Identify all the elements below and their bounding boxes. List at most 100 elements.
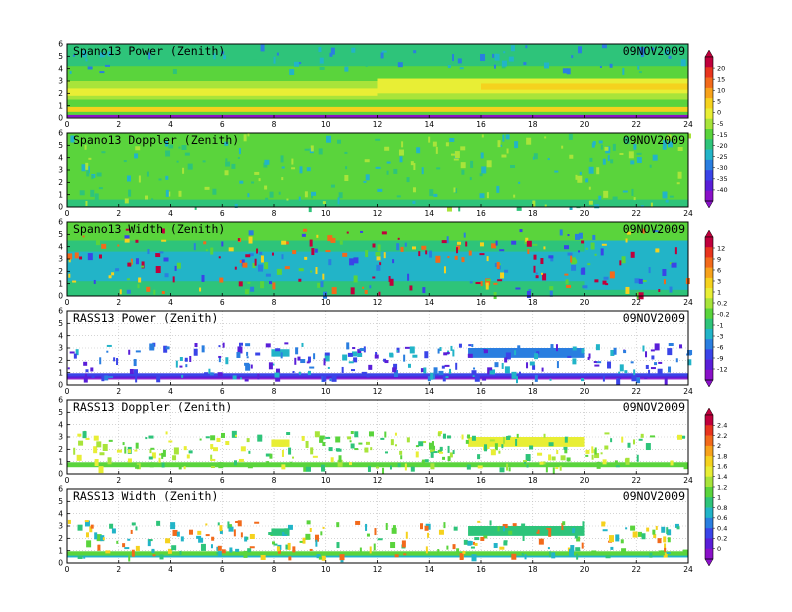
data-cell [323, 358, 326, 366]
colorbar-tick-label: -40 [717, 186, 728, 194]
data-cell [504, 366, 510, 374]
data-cell [666, 551, 671, 554]
data-cell [636, 377, 641, 384]
data-cell [348, 361, 354, 364]
data-cell [502, 526, 505, 532]
colorbar-tick-label: 0.2 [717, 535, 727, 543]
data-cell [258, 178, 261, 182]
x-tick-label: 0 [65, 387, 70, 396]
data-cell [194, 343, 198, 348]
data-cell [670, 460, 674, 466]
data-cell [560, 455, 566, 461]
data-cell [306, 167, 311, 172]
data-cell [254, 171, 260, 175]
data-cell [493, 64, 496, 69]
x-tick-label: 4 [168, 120, 173, 129]
data-cell [321, 464, 326, 472]
data-cell [77, 433, 82, 437]
data-cell [394, 554, 399, 558]
data-cell [612, 196, 618, 203]
data-cell [460, 146, 466, 151]
y-tick-label: 0 [58, 470, 63, 479]
data-cell [446, 236, 449, 244]
data-cell [81, 164, 86, 172]
data-cell [415, 451, 419, 458]
data-cell [496, 185, 500, 193]
data-cell [453, 187, 456, 193]
data-cell [302, 537, 306, 544]
data-cell [620, 539, 624, 544]
x-tick-label: 6 [220, 387, 225, 396]
data-cell [231, 163, 236, 169]
data-cell [246, 356, 249, 359]
data-cell [246, 536, 249, 540]
x-tick-label: 12 [373, 298, 383, 307]
colorbar-swatch [705, 190, 713, 202]
data-cell [428, 136, 431, 143]
data-cell [336, 522, 340, 528]
data-cell [179, 356, 183, 361]
data-cell [182, 167, 185, 174]
colorbar-swatch [705, 528, 713, 539]
data-cell [104, 375, 109, 381]
data-cell [221, 549, 226, 554]
data-band [271, 349, 290, 357]
data-cell [674, 247, 677, 255]
data-cell [435, 255, 441, 263]
data-cell [350, 431, 354, 435]
data-cell [349, 440, 352, 443]
data-cell [396, 243, 400, 251]
data-cell [244, 289, 249, 295]
data-cell [281, 177, 284, 181]
data-cell [317, 282, 321, 288]
data-cell [511, 240, 517, 245]
data-cell [90, 524, 94, 529]
data-cell [201, 345, 205, 353]
data-cell [272, 282, 276, 290]
data-cell [218, 345, 221, 348]
x-tick-label: 2 [116, 476, 121, 485]
data-cell [400, 246, 404, 252]
data-cell [585, 454, 589, 457]
data-cell [447, 256, 450, 259]
data-cell [621, 436, 624, 443]
colorbar-tick-label: -5 [717, 120, 723, 128]
data-cell [532, 243, 538, 246]
data-cell [219, 525, 223, 532]
data-cell [442, 375, 446, 382]
data-cell [86, 540, 92, 548]
x-tick-label: 6 [220, 298, 225, 307]
data-cell [123, 160, 127, 163]
data-cell [370, 447, 373, 451]
data-cell [625, 527, 628, 530]
data-cell [581, 348, 585, 354]
data-cell [547, 158, 550, 161]
data-cell [384, 360, 389, 364]
data-cell [319, 435, 325, 440]
data-cell [159, 554, 164, 560]
data-cell [528, 288, 532, 291]
data-cell [364, 447, 369, 453]
data-cell [580, 378, 584, 382]
data-cell [266, 461, 270, 467]
data-cell [83, 361, 88, 366]
data-cell [301, 435, 305, 441]
data-cell [165, 150, 171, 157]
data-cell [393, 168, 398, 174]
data-cell [306, 361, 310, 364]
panel-date: 09NOV2009 [623, 311, 685, 325]
data-cell [608, 535, 614, 543]
x-tick-label: 20 [580, 476, 590, 485]
data-cell [165, 175, 169, 180]
data-cell [368, 364, 373, 370]
x-tick-label: 16 [476, 120, 486, 129]
data-cell [463, 232, 466, 238]
data-cell [479, 253, 485, 256]
data-cell [171, 545, 177, 551]
data-cell [599, 49, 603, 53]
data-cell [628, 151, 634, 159]
data-cell [304, 191, 308, 198]
data-cell [479, 349, 484, 355]
colorbar-swatch [705, 149, 713, 161]
data-cell [359, 547, 362, 553]
